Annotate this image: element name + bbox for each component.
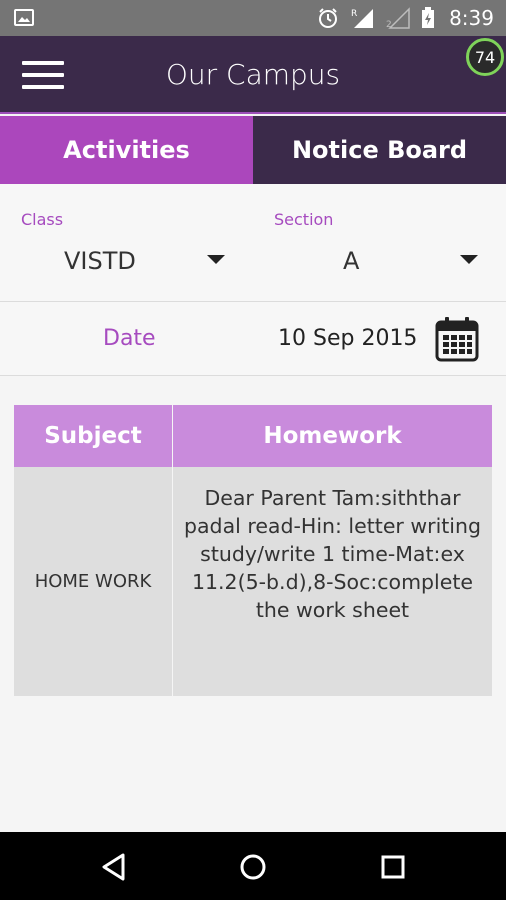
calendar-icon[interactable] — [435, 316, 479, 362]
tab-bar: Activities Notice Board — [0, 116, 506, 184]
class-dropdown-icon[interactable] — [207, 255, 225, 264]
class-dropdown-value[interactable]: VISTD — [64, 247, 136, 275]
app-title: Our Campus — [165, 58, 341, 91]
tab-activities[interactable]: Activities — [0, 116, 253, 184]
column-header-subject: Subject — [14, 405, 173, 467]
svg-text:2: 2 — [386, 20, 392, 29]
homework-table: Subject Homework HOME WORK Dear Parent T… — [14, 405, 492, 696]
notification-badge[interactable]: 74 — [466, 38, 504, 76]
column-header-homework: Homework — [263, 423, 402, 449]
tab-notice-board[interactable]: Notice Board — [253, 116, 506, 184]
clock: 8:39 — [449, 6, 494, 30]
date-row: Date 10 Sep 2015 — [0, 302, 506, 376]
table-row[interactable]: HOME WORK Dear Parent Tam:siththar padal… — [14, 467, 492, 696]
app-bar: Our Campus 74 — [0, 36, 506, 114]
signal-empty-icon: 2 — [386, 7, 410, 29]
homework-cell: Dear Parent Tam:siththar padal read-Hin:… — [183, 486, 482, 622]
status-bar: R 2 8:39 — [0, 0, 506, 36]
svg-text:R: R — [351, 9, 357, 19]
system-nav-bar — [0, 832, 506, 900]
signal-roaming-icon: R — [351, 9, 374, 28]
section-dropdown-value[interactable]: A — [343, 247, 359, 275]
battery-charging-icon — [422, 7, 435, 28]
date-value[interactable]: 10 Sep 2015 — [278, 326, 417, 351]
table-header: Subject Homework — [14, 405, 492, 467]
section-label: Section — [274, 210, 334, 229]
alarm-icon — [319, 8, 338, 28]
section-dropdown-icon[interactable] — [460, 255, 478, 264]
filter-panel: Class VISTD Section A — [0, 184, 506, 302]
class-label: Class — [21, 210, 64, 229]
date-label: Date — [103, 326, 156, 351]
subject-cell: HOME WORK — [14, 467, 173, 696]
back-icon[interactable] — [99, 852, 129, 882]
recents-icon[interactable] — [378, 852, 408, 882]
image-icon — [14, 9, 34, 26]
home-icon[interactable] — [238, 852, 268, 882]
